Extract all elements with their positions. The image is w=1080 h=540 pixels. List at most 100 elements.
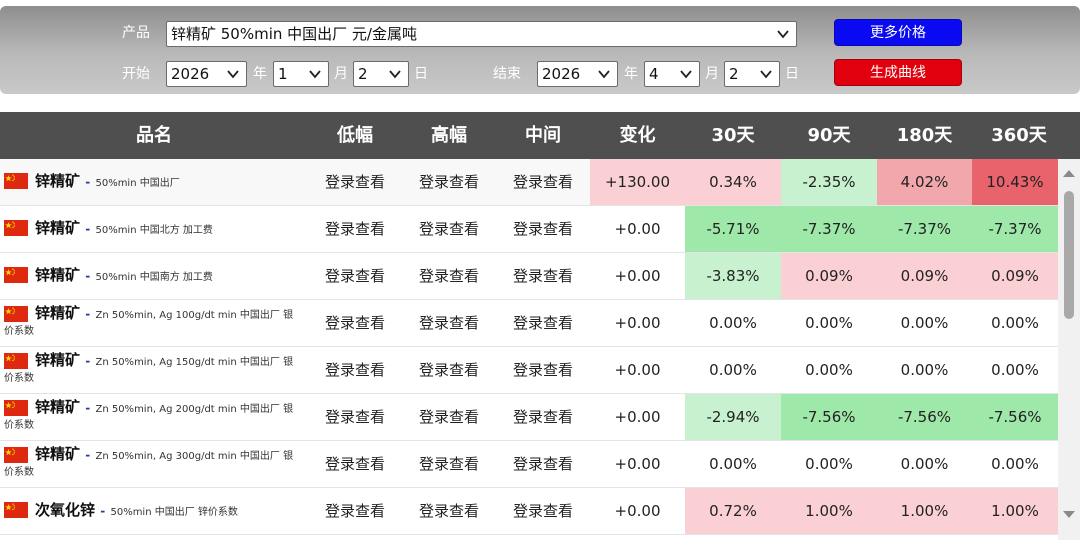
cell-d30: 0.34%: [685, 159, 781, 205]
end-month-unit: 月: [705, 66, 719, 82]
cell-d180: -7.37%: [877, 206, 972, 252]
login-to-view-link[interactable]: 登录查看: [308, 300, 402, 346]
cell-d90: 0.09%: [781, 253, 877, 299]
cell-change: +130.00: [590, 159, 685, 205]
login-to-view-link[interactable]: 登录查看: [496, 300, 590, 346]
cell-d360: 0.00%: [991, 361, 1039, 379]
product-name[interactable]: 锌精矿: [35, 219, 80, 237]
login-to-view-link[interactable]: 登录查看: [496, 253, 590, 299]
login-to-view-link[interactable]: 登录查看: [402, 394, 496, 440]
end-year-select[interactable]: 2026: [537, 61, 618, 87]
login-to-view-link[interactable]: 登录查看: [496, 441, 590, 487]
product-name-cell[interactable]: 次氧化锌 - 50%min 中国出厂 锌价系数: [0, 488, 308, 535]
login-to-view-link[interactable]: 登录查看: [496, 488, 590, 534]
login-to-view-link[interactable]: 登录查看: [308, 253, 402, 299]
china-flag-icon: [4, 353, 28, 369]
product-name-cell[interactable]: 锌精矿 - Zn 50%min, Ag 100g/dt min 中国出厂 银价系…: [0, 300, 308, 347]
login-to-view-link[interactable]: 登录查看: [496, 394, 590, 440]
product-name[interactable]: 锌精矿: [35, 351, 80, 369]
product-name-line[interactable]: 次氧化锌 - 50%min 中国出厂 锌价系数: [35, 500, 238, 523]
product-name[interactable]: 锌精矿: [35, 398, 80, 416]
name-separator: -: [85, 222, 91, 236]
end-year-value: 2026: [542, 65, 581, 83]
login-to-view-link[interactable]: 登录查看: [402, 488, 496, 534]
product-name-cell[interactable]: 锌精矿 - 50%min 中国南方 加工费: [0, 253, 308, 300]
scroll-up-arrow-icon[interactable]: [1063, 169, 1075, 177]
end-month-select[interactable]: 4: [644, 61, 700, 87]
start-day-select[interactable]: 2: [353, 61, 409, 87]
china-flag-icon: [4, 447, 28, 463]
cell-d360: 1.00%: [972, 488, 1058, 534]
table-row[interactable]: 次氧化锌 - 50%min 中国出厂 锌价系数 登录查看 登录查看 登录查看 +0.00…: [0, 488, 1058, 535]
product-name-cell[interactable]: 锌精矿 - Zn 50%min, Ag 300g/dt min 中国出厂 银价系…: [0, 441, 308, 488]
login-to-view-link[interactable]: 登录查看: [308, 441, 402, 487]
cell-d90: 0.00%: [805, 361, 853, 379]
cell-d360: -7.56%: [972, 394, 1058, 440]
scroll-down-arrow-icon[interactable]: [1063, 511, 1075, 519]
product-name-line[interactable]: 锌精矿 - Zn 50%min, Ag 300g/dt min 中国出厂 银: [35, 444, 293, 467]
name-separator: -: [85, 448, 91, 462]
product-name-cell[interactable]: 锌精矿 - 50%min 中国北方 加工费: [0, 206, 308, 253]
cell-d30: 0.00%: [709, 361, 757, 379]
login-to-view-link[interactable]: 登录查看: [496, 347, 590, 393]
product-name[interactable]: 次氧化锌: [35, 501, 95, 519]
product-name-cell[interactable]: 锌精矿 - Zn 50%min, Ag 150g/dt min 中国出厂 银价系…: [0, 347, 308, 394]
product-name[interactable]: 锌精矿: [35, 304, 80, 322]
product-name-cell[interactable]: 锌精矿 - Zn 50%min, Ag 200g/dt min 中国出厂 银价系…: [0, 394, 308, 441]
product-spec: 50%min 中国出厂: [95, 178, 180, 189]
login-to-view-link[interactable]: 登录查看: [496, 206, 590, 252]
table-row[interactable]: 锌精矿 - 50%min 中国出厂 登录查看 登录查看 登录查看 +130.00 0.34…: [0, 159, 1058, 206]
login-to-view-link[interactable]: 登录查看: [308, 159, 402, 205]
cell-change: +0.00: [614, 314, 661, 332]
product-name[interactable]: 锌精矿: [35, 445, 80, 463]
table-scrollbar[interactable]: [1058, 159, 1080, 540]
china-flag-icon: [4, 220, 28, 236]
end-day-select[interactable]: 2: [724, 61, 780, 87]
table-row[interactable]: 锌精矿 - 50%min 中国南方 加工费 登录查看 登录查看 登录查看 +0.00 -3…: [0, 253, 1058, 300]
product-select[interactable]: 锌精矿 50%min 中国出厂 元/金属吨: [166, 21, 797, 47]
product-name-line[interactable]: 锌精矿 - Zn 50%min, Ag 200g/dt min 中国出厂 银: [35, 397, 293, 420]
login-to-view-link[interactable]: 登录查看: [402, 253, 496, 299]
login-to-view-link[interactable]: 登录查看: [402, 206, 496, 252]
table-row[interactable]: 锌精矿 - 50%min 中国北方 加工费 登录查看 登录查看 登录查看 +0.00 -5…: [0, 206, 1058, 253]
cell-d180: 0.00%: [900, 314, 949, 332]
product-name-line[interactable]: 锌精矿 - 50%min 中国北方 加工费: [35, 218, 213, 241]
login-to-view-link[interactable]: 登录查看: [402, 300, 496, 346]
table-row[interactable]: 锌精矿 - Zn 50%min, Ag 200g/dt min 中国出厂 银价系…: [0, 394, 1058, 441]
chevron-down-icon: [777, 30, 789, 39]
header-high: 高幅: [431, 125, 467, 146]
chevron-down-icon: [598, 70, 610, 79]
cell-change: +0.00: [614, 220, 661, 238]
login-to-view-link[interactable]: 登录查看: [402, 347, 496, 393]
product-name-line[interactable]: 锌精矿 - 50%min 中国出厂: [35, 171, 180, 194]
scrollbar-thumb[interactable]: [1064, 191, 1074, 319]
product-name-line[interactable]: 锌精矿 - Zn 50%min, Ag 100g/dt min 中国出厂 银: [35, 303, 293, 326]
header-30d: 30天: [711, 125, 755, 146]
login-to-view-link[interactable]: 登录查看: [308, 347, 402, 393]
start-year-unit: 年: [253, 66, 267, 82]
product-name-line[interactable]: 锌精矿 - 50%min 中国南方 加工费: [35, 265, 213, 288]
table-row[interactable]: 锌精矿 - Zn 50%min, Ag 100g/dt min 中国出厂 银价系…: [0, 300, 1058, 347]
cell-d180: 0.00%: [900, 455, 949, 473]
product-spec: 50%min 中国北方 加工费: [95, 225, 213, 236]
table-row[interactable]: 锌精矿 - Zn 50%min, Ag 150g/dt min 中国出厂 银价系…: [0, 347, 1058, 394]
cell-d180: -7.56%: [877, 394, 972, 440]
more-prices-button[interactable]: 更多价格: [834, 19, 962, 46]
product-name[interactable]: 锌精矿: [35, 172, 80, 190]
start-month-select[interactable]: 1: [273, 61, 329, 87]
start-year-select[interactable]: 2026: [166, 61, 247, 87]
login-to-view-link[interactable]: 登录查看: [308, 488, 402, 534]
cell-d30: 0.00%: [709, 455, 757, 473]
generate-curve-button[interactable]: 生成曲线: [834, 59, 962, 86]
product-name-cell[interactable]: 锌精矿 - 50%min 中国出厂: [0, 159, 308, 206]
cell-d180: 0.00%: [900, 361, 949, 379]
login-to-view-link[interactable]: 登录查看: [308, 394, 402, 440]
login-to-view-link[interactable]: 登录查看: [402, 159, 496, 205]
login-to-view-link[interactable]: 登录查看: [496, 159, 590, 205]
login-to-view-link[interactable]: 登录查看: [308, 206, 402, 252]
table-row[interactable]: 锌精矿 - Zn 50%min, Ag 300g/dt min 中国出厂 银价系…: [0, 441, 1058, 488]
product-name[interactable]: 锌精矿: [35, 266, 80, 284]
login-to-view-link[interactable]: 登录查看: [402, 441, 496, 487]
start-month-value: 1: [278, 65, 288, 83]
product-name-line[interactable]: 锌精矿 - Zn 50%min, Ag 150g/dt min 中国出厂 银: [35, 350, 293, 373]
